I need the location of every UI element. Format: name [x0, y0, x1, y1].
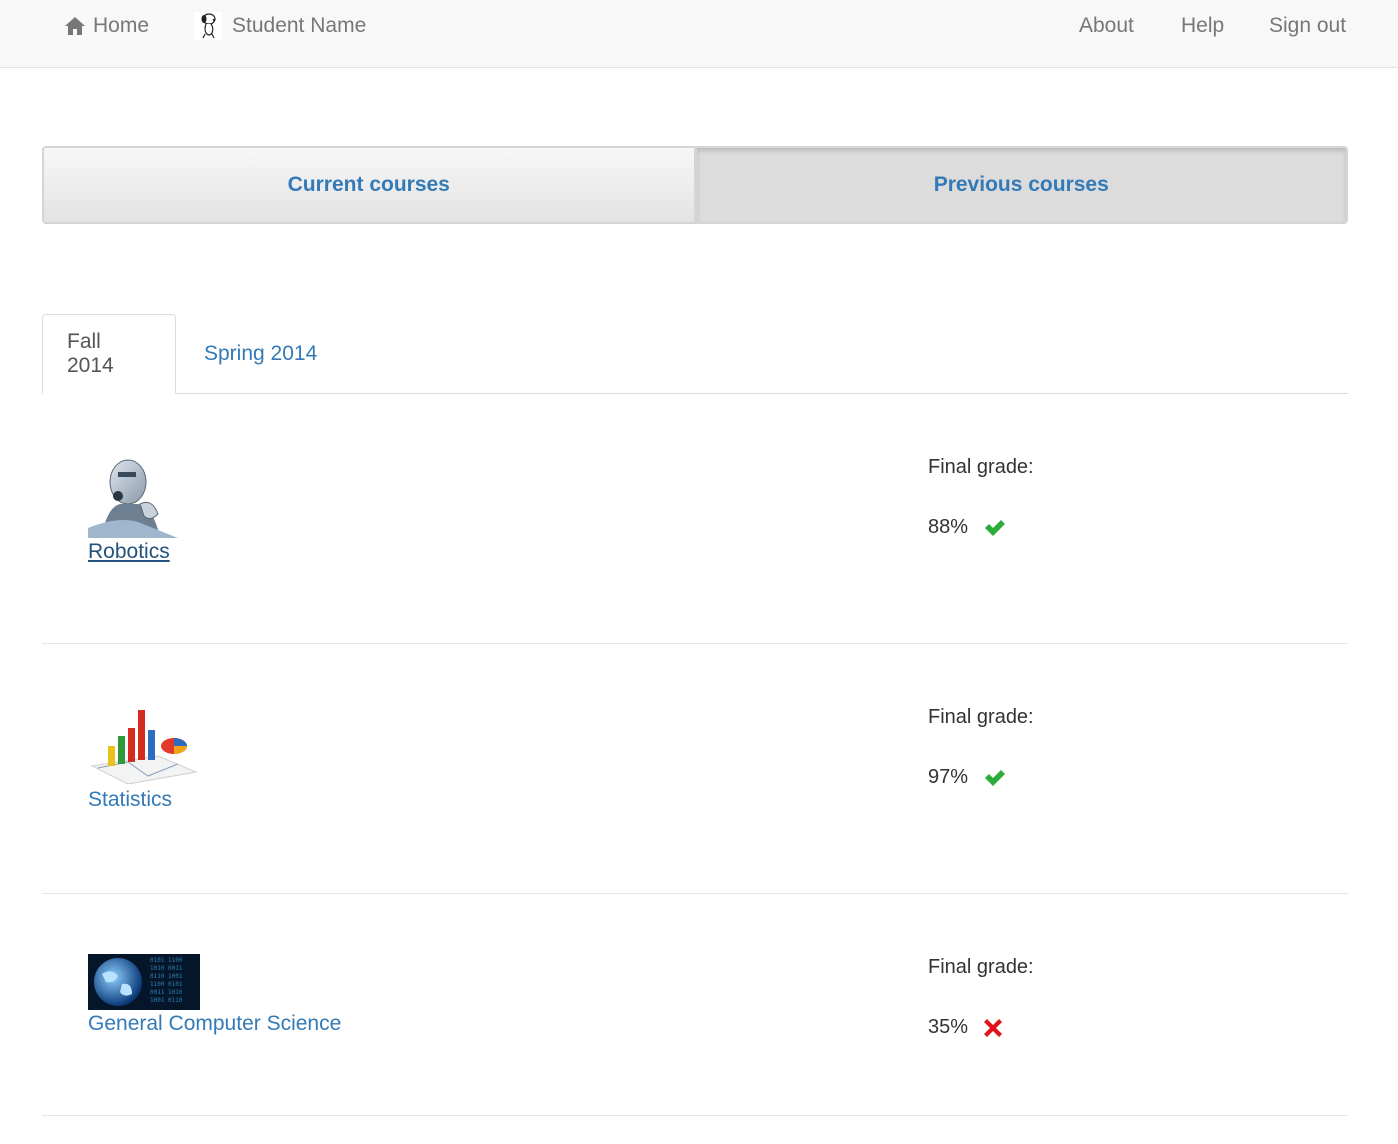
grade-percent: 97% — [928, 766, 969, 788]
check-icon — [984, 769, 1006, 787]
tab-spring-2014[interactable]: Spring 2014 — [180, 314, 341, 394]
final-grade-label: Final grade: — [928, 456, 1034, 478]
svg-text:0101 1100: 0101 1100 — [150, 957, 183, 964]
course-period-toggle: Current courses Previous courses — [42, 146, 1348, 224]
grade-percent: 88% — [928, 516, 969, 538]
final-grade-value: 35% — [928, 1016, 1003, 1039]
course-row-robotics: Robotics Final grade: 88% — [42, 394, 1348, 644]
signout-link[interactable]: Sign out — [1269, 0, 1346, 52]
course-link-general-computer-science[interactable]: General Computer Science — [88, 1012, 341, 1036]
globe-image: 0101 11001010 0011 0110 10011100 0101 00… — [88, 954, 200, 1010]
course-row-general-computer-science: 0101 1100 1010 0011 0110 1001 1100 0101 00… — [42, 894, 1348, 1116]
tab-fall-2014[interactable]: Fall 2014 — [42, 314, 176, 394]
robotics-thumbnail[interactable] — [88, 456, 178, 543]
course-link-robotics[interactable]: Robotics — [88, 540, 170, 564]
help-link[interactable]: Help — [1181, 0, 1224, 52]
home-icon — [64, 16, 86, 36]
svg-text:1010 0011: 1010 0011 — [150, 965, 183, 972]
final-grade-value: 97% — [928, 766, 1006, 789]
svg-text:1001 0110: 1001 0110 — [150, 997, 183, 1004]
user-profile-link[interactable]: Student Name — [194, 0, 366, 52]
term-tabs: Fall 2014 Spring 2014 — [42, 314, 1348, 394]
svg-text:0110 1001: 0110 1001 — [150, 973, 183, 980]
grade-percent: 35% — [928, 1016, 969, 1038]
svg-text:0011 1010: 0011 1010 — [150, 989, 183, 996]
home-link[interactable]: Home — [64, 0, 149, 52]
final-grade-label: Final grade: — [928, 706, 1034, 728]
bar-chart-image — [88, 706, 200, 785]
user-avatar — [194, 12, 222, 40]
statistics-thumbnail[interactable] — [88, 706, 200, 789]
current-courses-button[interactable]: Current courses — [44, 148, 694, 222]
computer-science-thumbnail[interactable]: 0101 1100 1010 0011 0110 1001 1100 0101 00… — [88, 954, 200, 1015]
final-grade-label: Final grade: — [928, 956, 1034, 978]
course-row-statistics: Statistics Final grade: 97% — [42, 644, 1348, 894]
home-label: Home — [93, 14, 150, 37]
final-grade-value: 88% — [928, 516, 1006, 539]
previous-courses-button[interactable]: Previous courses — [696, 148, 1346, 222]
robot-image — [88, 456, 178, 538]
navbar: Home Student Name About Help Sign out — [0, 0, 1398, 68]
svg-text:1100 0101: 1100 0101 — [150, 981, 183, 988]
course-link-statistics[interactable]: Statistics — [88, 788, 172, 812]
cross-icon — [984, 1018, 1003, 1037]
check-icon — [984, 519, 1006, 537]
user-name: Student Name — [232, 14, 367, 37]
about-link[interactable]: About — [1079, 0, 1134, 52]
